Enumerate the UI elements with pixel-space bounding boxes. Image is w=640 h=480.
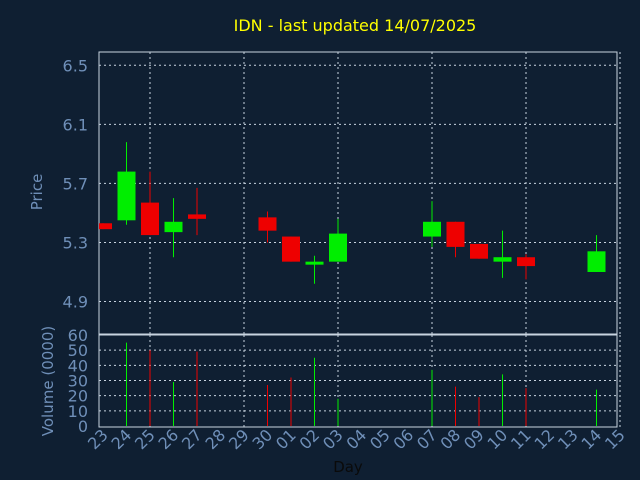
idn-candlestick-chart: IDN - last updated 14/07/2025 Price Volu… bbox=[28, 16, 629, 476]
candle-body bbox=[258, 217, 277, 231]
price-tick-label: 5.3 bbox=[63, 233, 88, 252]
candle-body bbox=[117, 171, 136, 221]
candle-body bbox=[164, 221, 183, 233]
price-tick-label: 6.5 bbox=[63, 56, 88, 75]
chart-title: IDN - last updated 14/07/2025 bbox=[234, 16, 477, 35]
volume-axis-label: Volume (0000) bbox=[39, 326, 57, 436]
candle-body bbox=[305, 261, 324, 265]
price-tick-label: 5.7 bbox=[63, 174, 88, 193]
price-axis-label: Price bbox=[28, 174, 46, 211]
candle-body bbox=[470, 243, 488, 259]
candle-body bbox=[517, 257, 535, 267]
price-panel-frame bbox=[98, 51, 618, 335]
candle-body bbox=[282, 236, 300, 262]
x-axis-label: Day bbox=[333, 458, 363, 476]
candle-body bbox=[493, 257, 512, 262]
candle-body bbox=[188, 214, 206, 219]
candle-body bbox=[423, 221, 441, 237]
candle-body bbox=[99, 223, 112, 230]
x-tick-label: 15 bbox=[601, 425, 629, 453]
candle-body bbox=[587, 251, 606, 272]
candle-body bbox=[446, 221, 465, 247]
volume-tick-label: 0 bbox=[78, 417, 88, 436]
volume-panel: 6050403020100 bbox=[68, 326, 621, 436]
candle-body bbox=[329, 233, 347, 262]
price-panel: 6.5 6.1 5.7 5.3 4.9 bbox=[63, 51, 621, 335]
candle-body bbox=[141, 202, 159, 236]
price-tick-label: 6.1 bbox=[63, 115, 88, 134]
x-axis: 2324252627282930010203040506070809101112… bbox=[84, 425, 629, 453]
price-tick-label: 4.9 bbox=[63, 293, 88, 312]
